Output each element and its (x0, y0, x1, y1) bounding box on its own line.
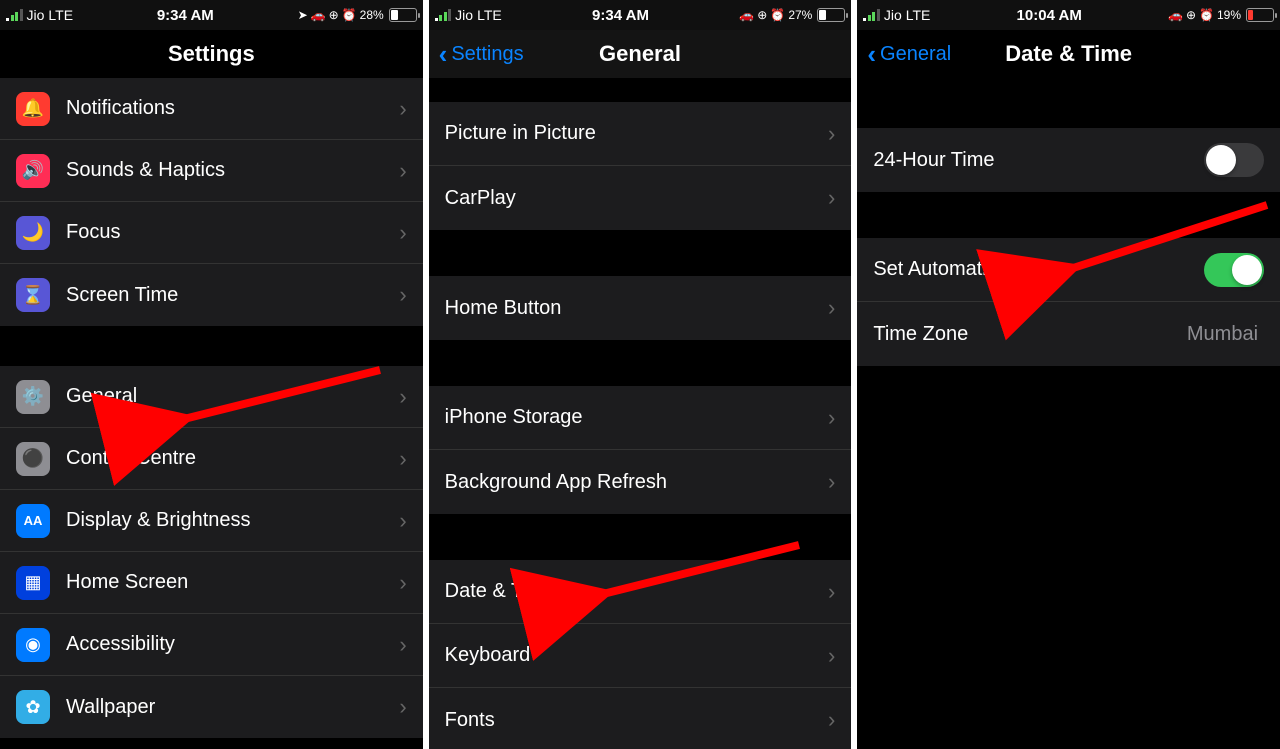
chevron-right-icon: › (828, 643, 835, 669)
battery-pct: 19% (1217, 8, 1241, 22)
cell-home-button[interactable]: Home Button › (429, 276, 852, 340)
nav-bar: Settings (0, 30, 423, 78)
alarm-icon: ⏰ (342, 8, 357, 22)
chevron-right-icon: › (399, 570, 406, 596)
carrier-label: Jio (884, 7, 902, 23)
time-zone-value: Mumbai (1187, 323, 1258, 346)
battery-icon (389, 8, 417, 22)
status-bar: Jio LTE 9:34 AM 🚗 ⊕ ⏰ 27% (429, 0, 852, 30)
chevron-right-icon: › (399, 632, 406, 658)
screen-date-time: Jio LTE 10:04 AM 🚗 ⊕ ⏰ 19% ‹ General Dat… (857, 0, 1280, 749)
gear-icon: ⚙️ (16, 380, 50, 414)
orientation-lock-icon: ⊕ (1186, 8, 1196, 22)
screen-general: Jio LTE 9:34 AM 🚗 ⊕ ⏰ 27% ‹ Settings Gen… (429, 0, 852, 749)
toggles-icon: ⚫ (16, 442, 50, 476)
bell-icon: 🔔 (16, 92, 50, 126)
hourglass-icon: ⌛ (16, 278, 50, 312)
signal-icon (6, 9, 23, 21)
signal-icon (435, 9, 452, 21)
alarm-icon: ⏰ (770, 8, 785, 22)
back-label: General (880, 43, 951, 66)
network-label: LTE (477, 7, 502, 23)
cell-focus[interactable]: 🌙 Focus › (0, 202, 423, 264)
cell-background-app-refresh[interactable]: Background App Refresh › (429, 450, 852, 514)
network-label: LTE (48, 7, 73, 23)
cell-display-brightness[interactable]: AA Display & Brightness › (0, 490, 423, 552)
battery-pct: 28% (360, 8, 384, 22)
back-label: Settings (451, 43, 523, 66)
screen-settings: Jio LTE 9:34 AM ➤ 🚗 ⊕ ⏰ 28% Settings 🔔 N… (0, 0, 423, 749)
chevron-right-icon: › (399, 384, 406, 410)
status-time: 9:34 AM (502, 7, 740, 24)
orientation-lock-icon: ⊕ (329, 8, 339, 22)
moon-icon: 🌙 (16, 216, 50, 250)
cell-control-centre[interactable]: ⚫ Control Centre › (0, 428, 423, 490)
cell-24-hour-time[interactable]: 24-Hour Time (857, 128, 1280, 192)
toggle-set-automatically[interactable] (1204, 253, 1264, 287)
chevron-right-icon: › (399, 446, 406, 472)
cell-set-automatically[interactable]: Set Automatically (857, 238, 1280, 302)
orientation-lock-icon: ⊕ (757, 8, 767, 22)
chevron-right-icon: › (828, 121, 835, 147)
text-size-icon: AA (16, 504, 50, 538)
chevron-right-icon: › (828, 185, 835, 211)
battery-icon (817, 8, 845, 22)
cell-keyboard[interactable]: Keyboard › (429, 624, 852, 688)
chevron-right-icon: › (399, 694, 406, 720)
back-button[interactable]: ‹ Settings (439, 43, 524, 66)
car-icon: 🚗 (311, 8, 326, 22)
cell-time-zone[interactable]: Time Zone Mumbai (857, 302, 1280, 366)
status-bar: Jio LTE 9:34 AM ➤ 🚗 ⊕ ⏰ 28% (0, 0, 423, 30)
status-time: 10:04 AM (930, 7, 1168, 24)
accessibility-icon: ◉ (16, 628, 50, 662)
carrier-label: Jio (27, 7, 45, 23)
alarm-icon: ⏰ (1199, 8, 1214, 22)
chevron-right-icon: › (828, 579, 835, 605)
back-button[interactable]: ‹ General (867, 43, 951, 66)
cell-picture-in-picture[interactable]: Picture in Picture › (429, 102, 852, 166)
network-label: LTE (906, 7, 931, 23)
settings-group-a: 🔔 Notifications › 🔊 Sounds & Haptics › 🌙… (0, 78, 423, 326)
page-title: Settings (0, 41, 423, 67)
location-icon: ➤ (298, 8, 308, 22)
cell-general[interactable]: ⚙️ General › (0, 366, 423, 428)
chevron-right-icon: › (399, 508, 406, 534)
car-icon: 🚗 (1168, 8, 1183, 22)
chevron-right-icon: › (828, 295, 835, 321)
cell-notifications[interactable]: 🔔 Notifications › (0, 78, 423, 140)
cell-iphone-storage[interactable]: iPhone Storage › (429, 386, 852, 450)
chevron-right-icon: › (828, 707, 835, 733)
car-icon: 🚗 (739, 8, 754, 22)
chevron-right-icon: › (399, 96, 406, 122)
settings-group-b: ⚙️ General › ⚫ Control Centre › AA Displ… (0, 366, 423, 738)
status-bar: Jio LTE 10:04 AM 🚗 ⊕ ⏰ 19% (857, 0, 1280, 30)
cell-accessibility[interactable]: ◉ Accessibility › (0, 614, 423, 676)
chevron-right-icon: › (828, 469, 835, 495)
battery-pct: 27% (788, 8, 812, 22)
flower-icon: ✿ (16, 690, 50, 724)
cell-home-screen[interactable]: ▦ Home Screen › (0, 552, 423, 614)
status-time: 9:34 AM (73, 7, 298, 24)
chevron-right-icon: › (828, 405, 835, 431)
cell-carplay[interactable]: CarPlay › (429, 166, 852, 230)
cell-screen-time[interactable]: ⌛ Screen Time › (0, 264, 423, 326)
carrier-label: Jio (455, 7, 473, 23)
nav-bar: ‹ Settings General (429, 30, 852, 78)
cell-fonts[interactable]: Fonts › (429, 688, 852, 749)
signal-icon (863, 9, 880, 21)
battery-icon (1246, 8, 1274, 22)
chevron-right-icon: › (399, 282, 406, 308)
speaker-icon: 🔊 (16, 154, 50, 188)
grid-icon: ▦ (16, 566, 50, 600)
cell-date-time[interactable]: Date & Time › (429, 560, 852, 624)
chevron-right-icon: › (399, 220, 406, 246)
cell-wallpaper[interactable]: ✿ Wallpaper › (0, 676, 423, 738)
cell-sounds-haptics[interactable]: 🔊 Sounds & Haptics › (0, 140, 423, 202)
nav-bar: ‹ General Date & Time (857, 30, 1280, 78)
chevron-right-icon: › (399, 158, 406, 184)
toggle-24-hour[interactable] (1204, 143, 1264, 177)
